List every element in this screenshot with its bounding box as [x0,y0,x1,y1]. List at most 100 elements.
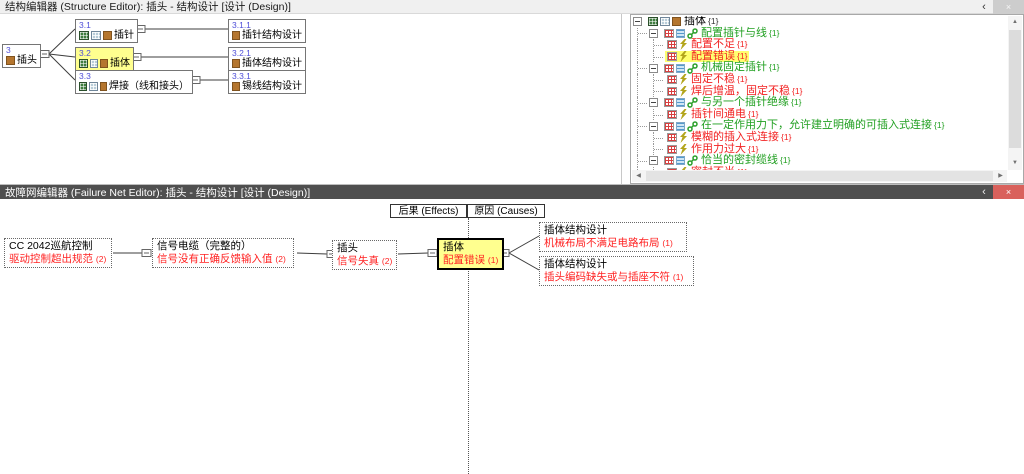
fmea-form-icon [667,145,677,154]
tree-item-function[interactable]: 与另一个插针绝缘{1} [633,97,1007,109]
tree-item-label: 模糊的插入式连接 [691,132,779,144]
structure-icon [79,59,88,68]
tree-guide [649,74,665,86]
tab-causes[interactable]: 原因 (Causes) [467,204,545,218]
functions-icon [676,156,685,165]
net-node-element: 插体 [443,241,498,254]
element-icon [232,82,240,91]
net-node-cruise-control[interactable]: CC 2042巡航控制 驱动控制超出规范 (2) [4,238,112,268]
tab-effects[interactable]: 后果 (Effects) [390,204,467,218]
tree-item-function[interactable]: 机械固定插针{1} [633,62,1007,74]
fmea-form-icon [664,64,674,73]
lightning-icon [679,39,688,50]
tree-item-count: {1} [769,62,779,74]
expander-icon[interactable] [649,64,658,73]
tree-guide [633,39,649,51]
tree-item-count: {1} [737,39,747,51]
tree-item-failure[interactable]: 焊后增温，固定不稳{1} [633,86,1007,98]
lightning-icon [679,144,688,155]
element-icon [232,59,240,68]
close-button[interactable]: × [993,0,1024,14]
lightning-icon [679,109,688,120]
structure-node-root[interactable]: 3 插头 [2,44,41,68]
tree-item-failure[interactable]: 固定不稳{1} [633,74,1007,86]
functions-icon [676,122,685,131]
tree-guide [633,62,649,74]
collapse-chevron-icon[interactable]: ‹ [975,185,993,199]
tree-item-function[interactable]: 在一定作用力下，允许建立明确的可插入式连接{1} [633,120,1007,132]
failure-count: (2) [96,254,106,264]
tree-guide [633,132,649,144]
net-node-element: CC 2042巡航控制 [9,240,107,253]
horizontal-scrollbar-thumb[interactable] [646,171,993,181]
tree-item-function[interactable]: 恰当的密封缆线{1} [633,155,1007,167]
net-node-failure: 机械布局不满足电路布局 [544,237,660,249]
close-button[interactable]: × [993,185,1024,199]
expander-icon[interactable] [649,29,658,38]
structure-node-3-3-1[interactable]: 3.3.1 锡线结构设计 [228,70,306,94]
tree-item-label: 插体 [684,16,706,28]
expander-icon[interactable] [649,122,658,131]
horizontal-scrollbar[interactable]: ◀ ▶ [632,170,1007,182]
functions-icon [676,64,685,73]
structure-node-3-2-1[interactable]: 3.2.1 插体结构设计 [228,47,306,71]
scroll-down-icon[interactable]: ▼ [1008,157,1022,170]
structure-node-3-2-selected[interactable]: 3.2 插体 [75,47,134,71]
scroll-left-icon[interactable]: ◀ [632,170,645,182]
node-label: 插体 [110,59,130,69]
net-node-plug-body-selected[interactable]: 插体 配置错误 (1) [437,238,504,270]
failure-count: (1) [673,272,683,282]
node-number: 3.2.1 [232,49,302,58]
net-node-plug[interactable]: 插头 信号失真 (2) [332,240,397,270]
tree-item-failure[interactable]: 模糊的插入式连接{1} [633,132,1007,144]
tree-guide [649,109,665,121]
fmea-form-icon [667,40,677,49]
tree-item-element[interactable]: 插体{1} [633,16,1007,28]
tree-item-count: {1} [791,97,801,109]
net-node-failure: 信号没有正确反馈输入值 [157,253,273,265]
tree-item-label: 与另一个插针绝缘 [701,97,789,109]
node-label: 插头 [17,56,37,66]
table-icon [91,31,101,40]
collapse-chevron-icon[interactable]: ‹ [975,0,993,14]
tree-guide [649,144,665,156]
tree-item-failure[interactable]: 配置错误{1} [633,51,1007,63]
net-node-cause-1[interactable]: 插体结构设计 机械布局不满足电路布局 (1) [539,222,687,252]
structure-node-3-1-1[interactable]: 3.1.1 插针结构设计 [228,19,306,43]
expander-icon[interactable] [649,156,658,165]
node-number: 3.2 [79,49,130,58]
tree-guide [633,120,649,132]
tree-guide [649,132,665,144]
element-icon [100,82,107,91]
scroll-right-icon[interactable]: ▶ [994,170,1007,182]
tree-item-count: {1} [781,132,791,144]
expander-icon[interactable] [649,98,658,107]
structure-icon [648,17,658,26]
failure-net-editor-titlebar: 故障网编辑器 (Failure Net Editor): 插头 - 结构设计 [… [0,185,1024,199]
tree-item-failure[interactable]: 配置不足{1} [633,39,1007,51]
net-node-cause-2[interactable]: 插体结构设计 插头编码缺失或与插座不符 (1) [539,256,694,286]
net-node-signal-cable[interactable]: 信号电缆（完整的） 信号没有正确反馈输入值 (2) [152,238,294,268]
element-icon [6,56,15,65]
node-number: 3 [6,46,37,55]
tree-guide [633,86,649,98]
fmea-form-icon [664,122,674,131]
net-node-element: 插体结构设计 [544,258,689,271]
scroll-up-icon[interactable]: ▲ [1008,16,1022,29]
tree-item-count: {1} [708,16,718,28]
element-icon [100,59,108,68]
vertical-scrollbar[interactable]: ▲ ▼ [1008,16,1022,170]
node-number: 3.3 [79,72,189,81]
tree-item-count: {1} [934,120,944,132]
failure-net-canvas: 后果 (Effects) 原因 (Causes) CC 2042巡航控制 驱动控… [0,199,1024,474]
vertical-scrollbar-thumb[interactable] [1009,30,1021,148]
structure-node-3-1[interactable]: 3.1 插针 [75,19,138,43]
structure-editor-titlebar: 结构编辑器 (Structure Editor): 插头 - 结构设计 [设计 … [0,0,1024,14]
expander-icon[interactable] [633,17,642,26]
tree-item-failure[interactable]: 作用力过大{1} [633,144,1007,156]
functions-icon [676,29,685,38]
element-icon [103,31,112,40]
node-number: 3.3.1 [232,72,302,81]
structure-node-3-3[interactable]: 3.3 焊接（线和接头） [75,70,193,94]
tree-item-function[interactable]: 配置插针与线{1} [633,28,1007,40]
